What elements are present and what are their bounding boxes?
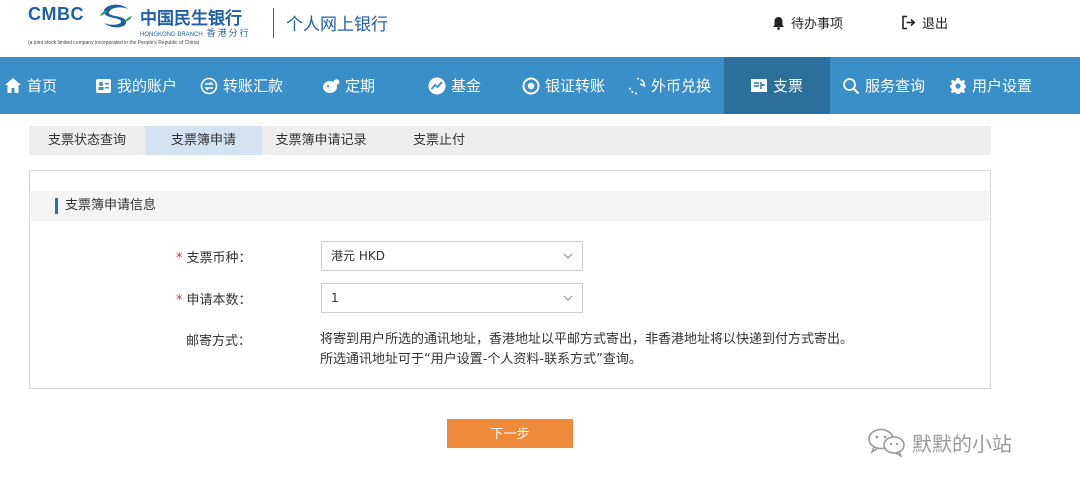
logo-branch-en: HONGKONG BRANCH — [140, 32, 203, 38]
main-nav: 首页 我的账户 转账汇款 定期 基金 银证转账 外币兑换 支票 服务查询 用户设… — [0, 57, 1080, 114]
currency-label-text: 支票币种： — [186, 251, 252, 266]
logo-legal-note: (a joint stock limited company incorpora… — [28, 40, 200, 46]
bell-icon — [773, 16, 784, 30]
watermark-text: 默默的小站 — [912, 431, 1012, 456]
nav-label-cheque: 支票 — [773, 77, 804, 95]
nav-item-transfer[interactable]: 转账汇款 — [200, 57, 283, 114]
nav-item-deposit[interactable]: 定期 — [322, 57, 375, 114]
cheque-icon — [750, 77, 768, 95]
deposit-icon — [322, 77, 340, 95]
header-divider — [273, 8, 274, 38]
todo-link[interactable]: 待办事项 — [772, 13, 843, 32]
bank-securities-icon — [522, 77, 540, 95]
nav-item-service-inquiry[interactable]: 服务查询 — [842, 57, 925, 114]
nav-label-transfer: 转账汇款 — [223, 77, 284, 95]
required-mark: * — [176, 293, 183, 308]
wechat-icon — [868, 428, 905, 457]
top-header: CMBC 中国民生银行 HONGKONG BRANCH 香港分行 (a joint… — [0, 0, 1080, 57]
logo-branch: HONGKONG BRANCH 香港分行 — [140, 26, 251, 39]
transfer-icon — [200, 77, 218, 95]
nav-label-bank-securities: 银证转账 — [545, 77, 606, 95]
todo-label: 待办事项 — [791, 17, 844, 32]
section-header-accent — [55, 198, 58, 214]
cmbc-logo-mark-icon — [100, 4, 132, 28]
cheque-subtabs: 支票状态查询 支票簿申请 支票簿申请记录 支票止付 — [29, 126, 991, 155]
mailing-line-1: 将寄到用户所选的通讯地址，香港地址以平邮方式寄出，非香港地址将以快递到付方式寄出… — [320, 332, 854, 347]
nav-label-user-settings: 用户设置 — [972, 77, 1033, 95]
search-icon — [842, 77, 860, 95]
section-title: 支票簿申请信息 — [65, 198, 157, 213]
nav-item-accounts[interactable]: 我的账户 — [94, 57, 177, 114]
logout-link[interactable]: 退出 — [901, 13, 948, 32]
nav-label-service-inquiry: 服务查询 — [865, 77, 926, 95]
watermark: 默默的小站 — [866, 427, 1012, 457]
quantity-select[interactable]: 1 — [321, 283, 583, 313]
section-header: 支票簿申请信息 — [31, 191, 989, 221]
nav-item-user-settings[interactable]: 用户设置 — [949, 57, 1032, 114]
account-card-icon — [94, 77, 112, 95]
nav-item-home[interactable]: 首页 — [4, 57, 57, 114]
logout-icon — [902, 15, 916, 30]
currency-exchange-icon — [628, 77, 646, 95]
currency-label: * 支票币种： — [176, 247, 252, 266]
tab-chequebook-apply[interactable]: 支票簿申请 — [145, 126, 262, 155]
required-mark: * — [176, 251, 183, 266]
nav-item-fund[interactable]: 基金 — [428, 57, 481, 114]
nav-item-currency-exchange[interactable]: 外币兑换 — [628, 57, 711, 114]
tab-cheque-stop-payment[interactable]: 支票止付 — [396, 126, 482, 155]
tab-chequebook-apply-records[interactable]: 支票簿申请记录 — [262, 126, 380, 155]
quantity-select-value: 1 — [331, 291, 339, 305]
logo-english: CMBC — [28, 4, 84, 24]
mailing-line-2: 所选通讯地址可于“用户设置-个人资料-联系方式”查询。 — [320, 352, 642, 367]
nav-label-fund: 基金 — [451, 77, 482, 95]
fund-chart-icon — [428, 77, 446, 95]
chevron-down-icon — [563, 253, 573, 259]
mailing-description: 将寄到用户所选的通讯地址，香港地址以平邮方式寄出，非香港地址将以快递到付方式寄出… — [320, 330, 853, 370]
quantity-label: * 申请本数： — [176, 289, 252, 308]
mailing-label: 邮寄方式： — [186, 334, 252, 349]
site-title: 个人网上银行 — [286, 15, 388, 35]
gear-icon — [949, 77, 967, 95]
logo-branch-cn: 香港分行 — [206, 28, 251, 38]
home-icon — [4, 77, 22, 95]
tab-cheque-status[interactable]: 支票状态查询 — [29, 126, 145, 155]
chevron-down-icon — [563, 295, 573, 301]
nav-label-currency-exchange: 外币兑换 — [651, 77, 712, 95]
currency-select[interactable]: 港元 HKD — [321, 241, 583, 271]
next-step-button[interactable]: 下一步 — [447, 419, 573, 448]
logout-label: 退出 — [922, 17, 949, 32]
nav-item-cheque[interactable]: 支票 — [724, 57, 830, 114]
nav-label-accounts: 我的账户 — [117, 77, 178, 95]
nav-item-bank-securities[interactable]: 银证转账 — [522, 57, 605, 114]
nav-label-home: 首页 — [27, 77, 58, 95]
currency-select-value: 港元 HKD — [331, 249, 385, 263]
quantity-label-text: 申请本数： — [186, 293, 252, 308]
nav-label-deposit: 定期 — [345, 77, 376, 95]
